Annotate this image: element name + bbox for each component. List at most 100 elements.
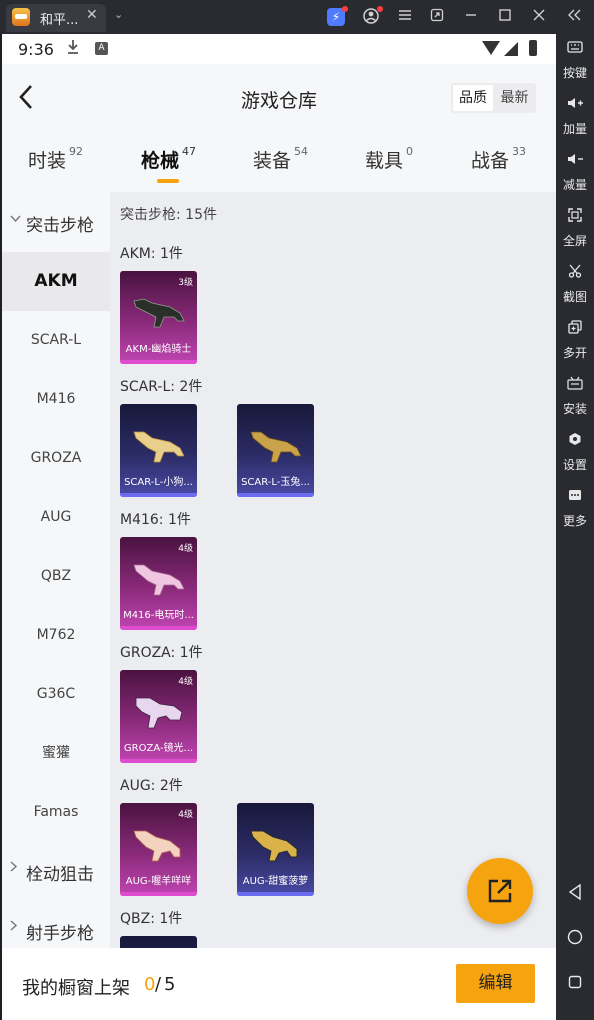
rifle-icon <box>250 830 298 862</box>
skin-card[interactable] <box>120 936 197 948</box>
rarity-bar <box>237 892 314 896</box>
more-icon <box>556 488 594 508</box>
skin-card[interactable]: SCAR-L-小狗... <box>120 404 197 497</box>
notification-badge: A <box>95 42 108 55</box>
skin-name: AUG-喔羊咩咩 <box>125 876 192 887</box>
weapon-item-m416[interactable]: M416 <box>2 370 110 429</box>
skin-card[interactable]: 4级 GROZA-镜光... <box>120 670 197 763</box>
tab-outfits[interactable]: 时装 92 <box>28 145 83 173</box>
weapon-item-scar-l[interactable]: SCAR-L <box>2 311 110 370</box>
toolbar-fullscreen-button[interactable]: 全屏 <box>556 208 594 260</box>
tab-count: 33 <box>512 145 527 158</box>
tab-firearms[interactable]: 枪械 47 <box>141 145 197 173</box>
section-title: SCAR-L: 2件 <box>120 379 203 395</box>
weapon-item-g36c[interactable]: G36C <box>2 665 110 724</box>
skin-level: 4级 <box>178 677 193 687</box>
toolbar-label: 多开 <box>562 346 587 360</box>
status-time: 9:36 <box>18 40 54 59</box>
maximize-icon[interactable] <box>496 8 514 26</box>
toolbar-volume-down-button[interactable]: 减量 <box>556 152 594 204</box>
minimize-icon[interactable] <box>462 8 480 26</box>
lightning-icon[interactable]: ⚡ <box>327 6 348 26</box>
section-title: GROZA: 1件 <box>120 645 203 661</box>
skin-card[interactable]: SCAR-L-玉兔... <box>237 404 314 497</box>
status-bar: 9:36 A <box>2 34 556 64</box>
tab-count: 47 <box>182 145 197 158</box>
toolbar-more-button[interactable]: 更多 <box>556 488 594 540</box>
volume-up-icon <box>556 96 594 116</box>
weapon-item-akm[interactable]: AKM <box>2 252 110 311</box>
rarity-bar <box>120 892 197 896</box>
skin-name: AUG-甜蜜菠萝 <box>242 876 309 887</box>
close-window-icon[interactable] <box>530 8 548 26</box>
emulator-toolbar: 按键 加量 减量 全屏 截图 多开 安装 设置 更多 <box>556 34 594 1020</box>
section-title: QBZ: 1件 <box>120 911 183 927</box>
app-tab-title: 和平... <box>40 13 79 28</box>
multi-instance-icon <box>556 320 594 340</box>
skin-card[interactable]: 3级 AKM-幽焰骑士 <box>120 271 197 364</box>
tab-equipment[interactable]: 装备 54 <box>253 145 309 173</box>
app-icon <box>12 8 30 26</box>
wifi-icon <box>482 41 500 55</box>
toolbar-multi-instance-button[interactable]: 多开 <box>556 320 594 372</box>
toolbar-label: 截图 <box>562 290 587 304</box>
toolbar-label: 更多 <box>562 514 587 528</box>
skin-level: 4级 <box>178 544 193 554</box>
skin-card[interactable]: AUG-甜蜜菠萝 <box>237 803 314 896</box>
weapon-item-aug[interactable]: AUG <box>2 488 110 547</box>
toolbar-volume-up-button[interactable]: 加量 <box>556 96 594 148</box>
tab-label: 战备 <box>471 150 510 172</box>
page-header: 游戏仓库 品质 最新 <box>2 64 556 128</box>
category-summary: 突击步枪: 15件 <box>120 207 217 223</box>
chevron-down-icon <box>10 212 21 226</box>
nav-back-icon[interactable] <box>556 883 594 904</box>
rarity-bar <box>237 493 314 497</box>
toolbar-screenshot-button[interactable]: 截图 <box>556 264 594 316</box>
toolbar-settings-button[interactable]: 设置 <box>556 432 594 484</box>
section-title: M416: 1件 <box>120 512 191 528</box>
section-title: AUG: 2件 <box>120 778 183 794</box>
share-button[interactable] <box>467 858 533 924</box>
back-arrow-icon[interactable] <box>14 82 40 112</box>
nav-recents-icon[interactable] <box>556 974 594 993</box>
weapon-item-groza[interactable]: GROZA <box>2 429 110 488</box>
rifle-icon <box>133 298 185 328</box>
rifle-icon <box>135 697 183 729</box>
chevron-right-icon <box>10 920 18 934</box>
share-icon <box>488 879 512 903</box>
sort-quality-button[interactable]: 品质 <box>453 85 493 111</box>
group-label: 射手步枪 <box>26 924 94 944</box>
rifle-icon <box>250 431 302 463</box>
tab-combat-supplies[interactable]: 战备 33 <box>471 145 527 173</box>
weapon-item-honey-badger[interactable]: 蜜獾 <box>2 724 110 783</box>
weapon-item-famas[interactable]: Famas <box>2 783 110 842</box>
group-bolt-action-snipers[interactable]: 栓动狙击 <box>2 843 110 899</box>
collapse-sidebar-icon[interactable] <box>565 8 583 26</box>
pin-window-icon[interactable] <box>428 8 446 26</box>
toolbar-keymap-button[interactable]: 按键 <box>556 40 594 92</box>
chevron-down-icon[interactable]: ⌄ <box>114 8 123 21</box>
tab-vehicles[interactable]: 载具 0 <box>365 145 413 173</box>
skin-name: AKM-幽焰骑士 <box>125 344 192 355</box>
rifle-icon <box>133 431 185 463</box>
toolbar-label: 设置 <box>562 458 587 472</box>
section-title: AKM: 1件 <box>120 246 183 262</box>
category-tabs: 时装 92 枪械 47 装备 54 载具 0 战备 33 <box>2 128 556 190</box>
group-label: 突击步枪 <box>26 216 94 236</box>
nav-home-icon[interactable] <box>556 929 594 949</box>
skin-level: 4级 <box>178 810 193 820</box>
close-tab-icon[interactable]: ✕ <box>86 7 98 23</box>
skin-card[interactable]: 4级 M416-电玩时... <box>120 537 197 630</box>
edit-button[interactable]: 编辑 <box>456 964 535 1003</box>
menu-icon[interactable] <box>396 8 414 26</box>
user-icon[interactable] <box>362 6 383 26</box>
toolbar-install-apk-button[interactable]: 安装 <box>556 376 594 428</box>
sort-latest-button[interactable]: 最新 <box>494 83 535 113</box>
weapon-item-m762[interactable]: M762 <box>2 606 110 665</box>
apk-install-icon <box>556 376 594 396</box>
skin-card[interactable]: 4级 AUG-喔羊咩咩 <box>120 803 197 896</box>
tab-label: 载具 <box>365 150 404 172</box>
group-assault-rifles[interactable]: 突击步枪 <box>2 194 110 250</box>
weapon-item-qbz[interactable]: QBZ <box>2 547 110 606</box>
tab-count: 54 <box>294 145 309 158</box>
